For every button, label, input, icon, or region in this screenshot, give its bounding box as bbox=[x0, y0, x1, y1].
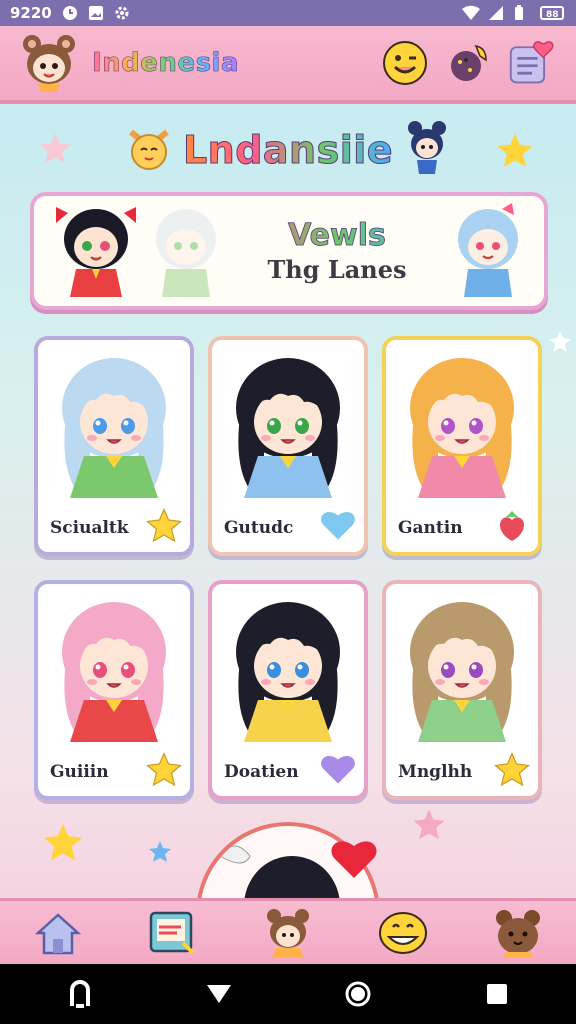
white-hair-girl-icon bbox=[144, 199, 228, 303]
home-circle-icon[interactable] bbox=[338, 974, 378, 1014]
app-title: Indenesia bbox=[92, 48, 240, 79]
character-portrait bbox=[236, 602, 340, 742]
navy-bear-girl-icon bbox=[403, 120, 451, 180]
pink-star-icon bbox=[413, 809, 445, 840]
section-header: Lndansiie bbox=[0, 118, 576, 182]
character-portrait bbox=[236, 358, 340, 498]
wifi-icon bbox=[462, 5, 480, 21]
signal-icon bbox=[488, 5, 504, 21]
back-icon[interactable] bbox=[199, 974, 239, 1014]
character-portrait bbox=[410, 358, 514, 498]
star-icon bbox=[146, 752, 182, 787]
strawberry-icon bbox=[500, 511, 524, 541]
battery-icon bbox=[514, 5, 530, 21]
bear-girl-icon[interactable] bbox=[260, 905, 316, 961]
cookie-icon[interactable] bbox=[444, 38, 494, 88]
white-star-icon bbox=[549, 331, 571, 352]
character-portrait bbox=[410, 602, 514, 742]
character-card[interactable]: Gantin bbox=[382, 336, 542, 556]
star-icon bbox=[146, 508, 182, 543]
grin-icon[interactable] bbox=[375, 905, 431, 961]
bear-girl-avatar-icon[interactable] bbox=[18, 32, 80, 94]
star-icon bbox=[494, 752, 530, 787]
yellow-star-icon bbox=[43, 823, 83, 861]
system-nav-bar bbox=[0, 964, 576, 1024]
banner-subtitle: Thg Lanes bbox=[267, 255, 407, 284]
smiley-icon[interactable] bbox=[380, 38, 430, 88]
section-title: Lndansiie bbox=[182, 128, 394, 173]
character-card[interactable]: Sciualtk bbox=[34, 336, 194, 556]
character-grid: Sciualtk Gutudc Gantin Guiiin Doatien Mn… bbox=[34, 336, 542, 800]
character-name: Sciualtk bbox=[50, 518, 129, 538]
home-icon[interactable] bbox=[30, 905, 86, 961]
clock-icon bbox=[62, 5, 78, 21]
character-card[interactable]: Guiiin bbox=[34, 580, 194, 800]
picture-frame-icon[interactable] bbox=[145, 905, 201, 961]
battery-saver-icon: 88 bbox=[540, 5, 566, 21]
red-bow-girl-icon bbox=[48, 199, 144, 303]
status-time: 9220 bbox=[10, 4, 52, 22]
blue-star-icon bbox=[149, 841, 171, 862]
settings-icon bbox=[114, 5, 130, 21]
character-name: Gantin bbox=[398, 518, 463, 538]
svg-text:88: 88 bbox=[546, 10, 559, 20]
cat-face-icon bbox=[125, 124, 173, 176]
heart-icon bbox=[321, 756, 355, 784]
featured-banner[interactable]: Vewls Thg Lanes bbox=[30, 192, 548, 310]
character-card[interactable]: Mnglhh bbox=[382, 580, 542, 800]
character-portrait bbox=[62, 602, 166, 742]
bear-icon[interactable] bbox=[490, 905, 546, 961]
character-name: Doatien bbox=[224, 762, 299, 782]
overview-icon[interactable] bbox=[477, 974, 517, 1014]
status-bar: 9220 88 bbox=[0, 0, 576, 26]
app-header: Indenesia bbox=[0, 26, 576, 104]
character-name: Guiiin bbox=[50, 762, 109, 782]
blue-hair-girl-icon bbox=[446, 199, 530, 303]
bottom-nav bbox=[0, 898, 576, 964]
character-name: Mnglhh bbox=[398, 762, 473, 782]
notes-heart-icon[interactable] bbox=[508, 38, 558, 88]
character-card[interactable]: Gutudc bbox=[208, 336, 368, 556]
heart-icon bbox=[321, 512, 355, 540]
character-name: Gutudc bbox=[224, 518, 294, 538]
image-icon bbox=[88, 5, 104, 21]
red-heart-icon bbox=[331, 841, 377, 878]
banner-title: Vewls bbox=[228, 218, 446, 254]
recent-apps-icon[interactable] bbox=[60, 974, 100, 1014]
character-portrait bbox=[62, 358, 166, 498]
character-card[interactable]: Doatien bbox=[208, 580, 368, 800]
